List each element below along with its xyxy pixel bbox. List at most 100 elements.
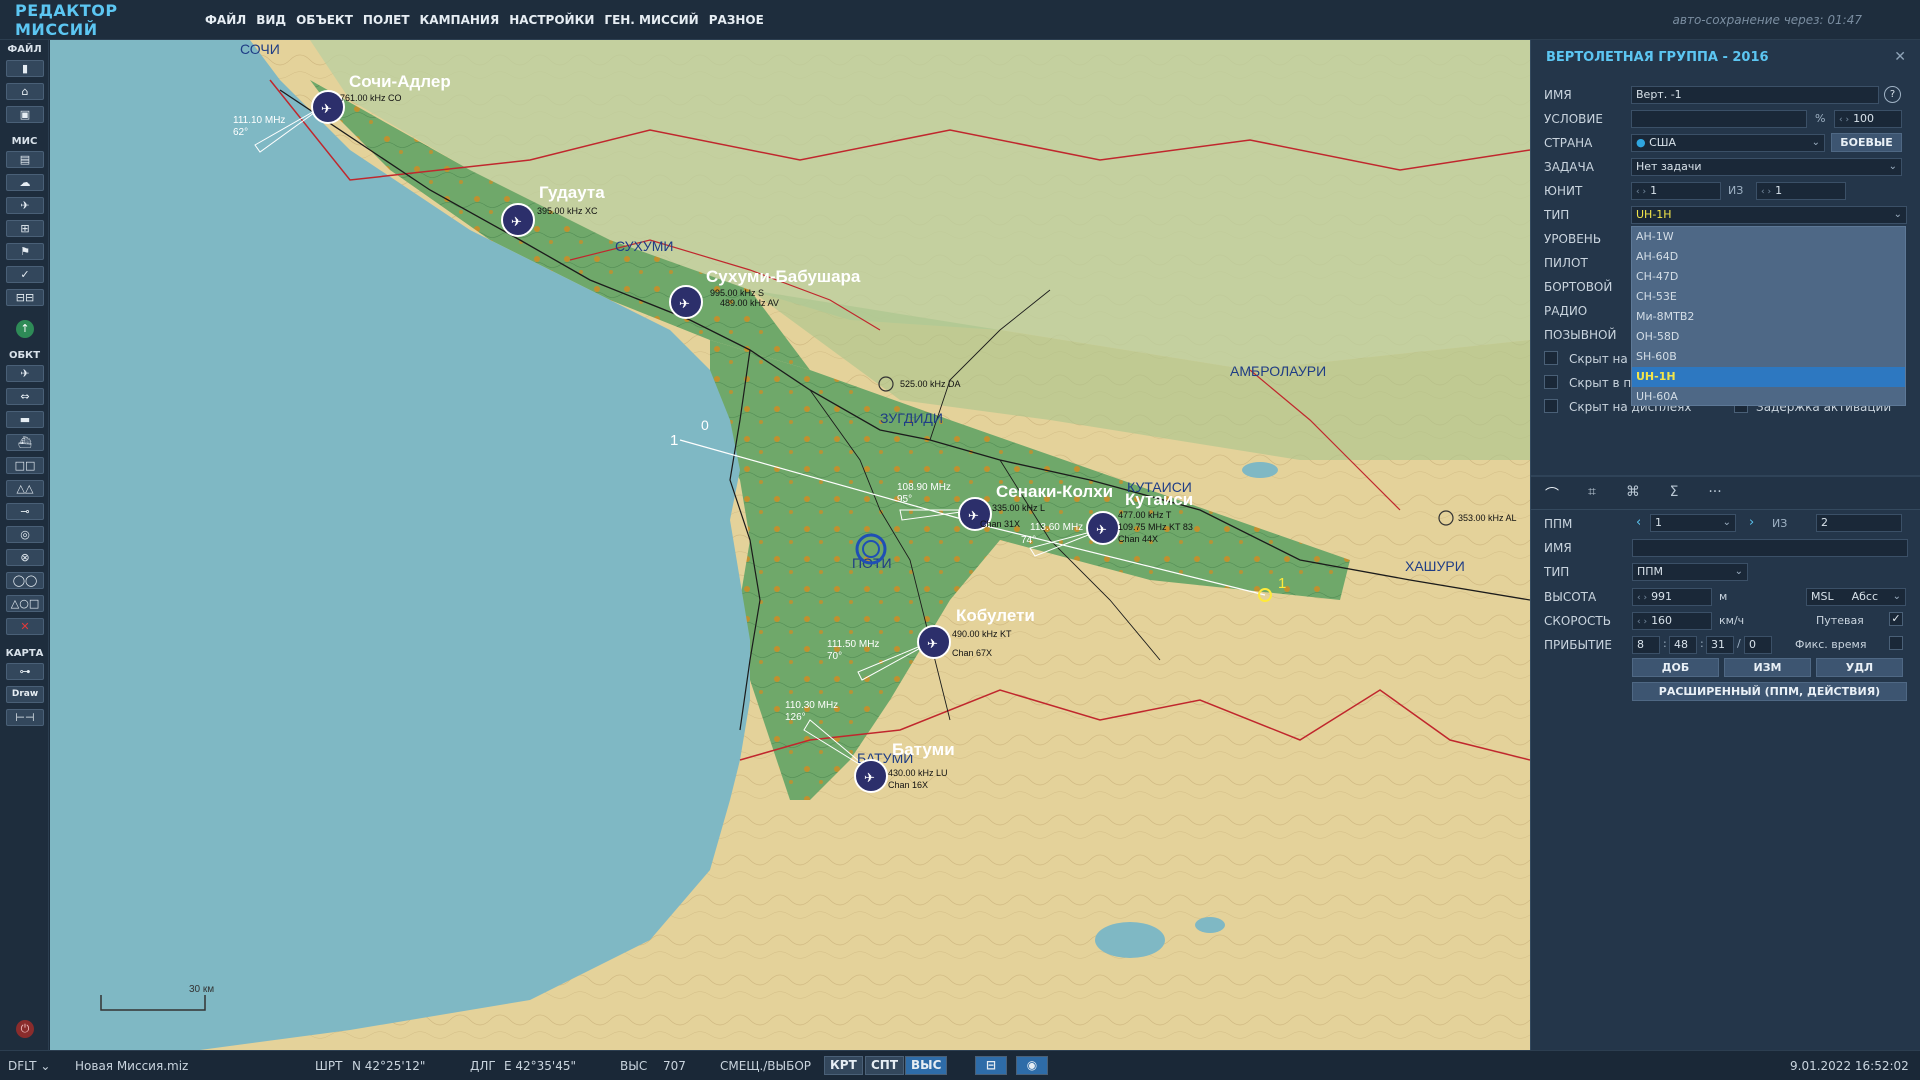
type-option-uh60a[interactable]: UH-60A: [1632, 387, 1905, 407]
wp-name-input[interactable]: [1632, 539, 1908, 557]
unit-stepper[interactable]: ‹ › 1: [1631, 182, 1721, 200]
open-folder-icon[interactable]: ⌂: [6, 83, 44, 100]
menu-mission-gen[interactable]: ГЕН. МИССИЙ: [604, 13, 698, 27]
draw-button[interactable]: Draw: [6, 686, 44, 703]
map-view[interactable]: 1 0 1 СОЧИ СУХУМИ ЗУГДИДИ ПОТИ КУТАИСИ Б…: [50, 40, 1530, 1050]
unit-of-label: ИЗ: [1728, 184, 1744, 197]
nav-point-icon[interactable]: ⊗: [6, 549, 44, 566]
wp-add-button[interactable]: ДОБ: [1632, 658, 1719, 677]
label-level: УРОВЕНЬ: [1544, 232, 1602, 246]
menu-flight[interactable]: ПОЛЕТ: [363, 13, 410, 27]
wp-alt-ref-select[interactable]: MSL Абсс ⌄: [1806, 588, 1906, 606]
aircraft-icon[interactable]: ✈: [6, 197, 44, 214]
wp-alt-stepper[interactable]: ‹ › 991: [1632, 588, 1712, 606]
wp-arrival-minutes[interactable]: 48: [1669, 636, 1697, 654]
type-option-sh60b[interactable]: SH-60B: [1632, 347, 1905, 367]
point-icon[interactable]: ⊸: [6, 503, 44, 520]
wp-arrival-seconds[interactable]: 31: [1706, 636, 1734, 654]
clipboard-icon[interactable]: ▤: [6, 151, 44, 168]
coalition-button[interactable]: БОЕВЫЕ: [1831, 133, 1902, 152]
layers-icon[interactable]: ⊟: [975, 1056, 1007, 1075]
country-select[interactable]: ● США ⌄: [1631, 134, 1825, 152]
globe-icon[interactable]: ◉: [1016, 1056, 1048, 1075]
label-unit: ЮНИТ: [1544, 184, 1583, 198]
template-icon[interactable]: △△: [6, 480, 44, 497]
plane-object-icon[interactable]: ✈: [6, 365, 44, 382]
hidden-planner-checkbox[interactable]: [1544, 375, 1558, 389]
wp-speed-stepper[interactable]: ‹ › 160: [1632, 612, 1712, 630]
menu-settings[interactable]: НАСТРОЙКИ: [509, 13, 594, 27]
exit-icon[interactable]: ⏻: [16, 1020, 34, 1038]
label-callsign: ПОЗЫВНОЙ: [1544, 328, 1617, 342]
save-icon[interactable]: ▣: [6, 106, 44, 123]
ship-icon[interactable]: ⛴: [6, 434, 44, 451]
wp-total: 2: [1816, 514, 1902, 532]
satellite-mode-button[interactable]: СПТ: [865, 1056, 905, 1075]
static-object-icon[interactable]: □□: [6, 457, 44, 474]
menu-object[interactable]: ОБЪЕКТ: [296, 13, 353, 27]
map-key-icon[interactable]: ⊶: [6, 663, 44, 680]
alt-value: 707: [663, 1059, 686, 1073]
target-icon[interactable]: ⊞: [6, 220, 44, 237]
condition-input[interactable]: [1631, 110, 1807, 128]
unit-of-stepper[interactable]: ‹ › 1: [1756, 182, 1846, 200]
summary-tab-icon[interactable]: Σ: [1663, 484, 1685, 502]
hidden-map-checkbox[interactable]: [1544, 351, 1558, 365]
menu-file[interactable]: ФАЙЛ: [205, 13, 246, 27]
probability-stepper[interactable]: ‹ › 100: [1834, 110, 1902, 128]
wp-type-select[interactable]: ППМ ⌄: [1632, 563, 1748, 581]
wp-arrival-hours[interactable]: 8: [1632, 636, 1660, 654]
ruler-icon[interactable]: ⊢⊣: [6, 709, 44, 726]
tasks-tab-icon[interactable]: ⌘: [1622, 484, 1644, 502]
flag-icon[interactable]: ⚑: [6, 243, 44, 260]
type-option-ah64d[interactable]: AH-64D: [1632, 247, 1905, 267]
payload-tab-icon[interactable]: ⌗: [1581, 484, 1603, 502]
help-icon[interactable]: ?: [1884, 86, 1901, 103]
route-tab-icon[interactable]: ⌒: [1541, 484, 1563, 503]
more-tab-icon[interactable]: ···: [1704, 484, 1726, 502]
route-label-1: 1: [670, 432, 678, 449]
up-arrow-icon[interactable]: ↑: [16, 320, 34, 338]
check-icon[interactable]: ✓: [6, 266, 44, 283]
section-map-label: КАРТА: [5, 648, 44, 659]
wp-fixed-time-checkbox[interactable]: [1889, 636, 1903, 650]
menu-misc[interactable]: РАЗНОЕ: [709, 13, 764, 27]
map-mode-button[interactable]: КРТ: [824, 1056, 863, 1075]
type-option-uh1h[interactable]: UH-1H: [1632, 367, 1905, 387]
close-icon[interactable]: ✕: [1894, 49, 1906, 65]
wp-advanced-button[interactable]: РАСШИРЕННЫЙ (ППМ, ДЕЙСТВИЯ): [1632, 682, 1907, 701]
type-option-oh58d[interactable]: OH-58D: [1632, 327, 1905, 347]
menu-view[interactable]: ВИД: [256, 13, 286, 27]
wp-number-select[interactable]: 1 ⌄: [1650, 514, 1736, 532]
type-option-ch53e[interactable]: CH-53E: [1632, 287, 1905, 307]
profile-select[interactable]: DFLT ⌄: [8, 1059, 50, 1073]
new-file-icon[interactable]: ▮: [6, 60, 44, 77]
weather-cloud-icon[interactable]: ☁: [6, 174, 44, 191]
label-board: БОРТОВОЙ: [1544, 280, 1613, 294]
type-select[interactable]: UH-1H ⌄: [1631, 206, 1907, 224]
delete-icon[interactable]: ✕: [6, 618, 44, 635]
city-ambrolauri: АМБРОЛАУРИ: [1230, 363, 1326, 379]
wp-speed-checkbox[interactable]: ✓: [1889, 612, 1903, 626]
helicopter-object-icon[interactable]: ⇔: [6, 388, 44, 405]
prev-wp-icon[interactable]: ‹: [1636, 515, 1641, 530]
type-option-ah1w[interactable]: AH-1W: [1632, 227, 1905, 247]
shapes-icon[interactable]: △○□: [6, 595, 44, 612]
multi-zone-icon[interactable]: ◯◯: [6, 572, 44, 589]
hidden-mfd-checkbox[interactable]: [1544, 399, 1558, 413]
altitude-mode-button[interactable]: ВЫС: [905, 1056, 948, 1075]
name-input[interactable]: Верт. -1: [1631, 86, 1879, 104]
wp-edit-button[interactable]: ИЗМ: [1724, 658, 1811, 677]
zone-icon[interactable]: ◎: [6, 526, 44, 543]
svg-text:✈: ✈: [1096, 523, 1107, 538]
wp-delete-button[interactable]: УДЛ: [1816, 658, 1903, 677]
next-wp-icon[interactable]: ›: [1749, 515, 1754, 530]
wp-arrival-day[interactable]: 0: [1744, 636, 1772, 654]
triggers-icon[interactable]: ⊟⊟: [6, 289, 44, 306]
ground-unit-icon[interactable]: ▬: [6, 411, 44, 428]
type-option-mi8[interactable]: Ми-8МТВ2: [1632, 307, 1905, 327]
menu-campaign[interactable]: КАМПАНИЯ: [420, 13, 500, 27]
map-canvas[interactable]: 1 0 1 СОЧИ СУХУМИ ЗУГДИДИ ПОТИ КУТАИСИ Б…: [50, 40, 1530, 1050]
type-option-ch47d[interactable]: CH-47D: [1632, 267, 1905, 287]
task-select[interactable]: Нет задачи ⌄: [1631, 158, 1902, 176]
